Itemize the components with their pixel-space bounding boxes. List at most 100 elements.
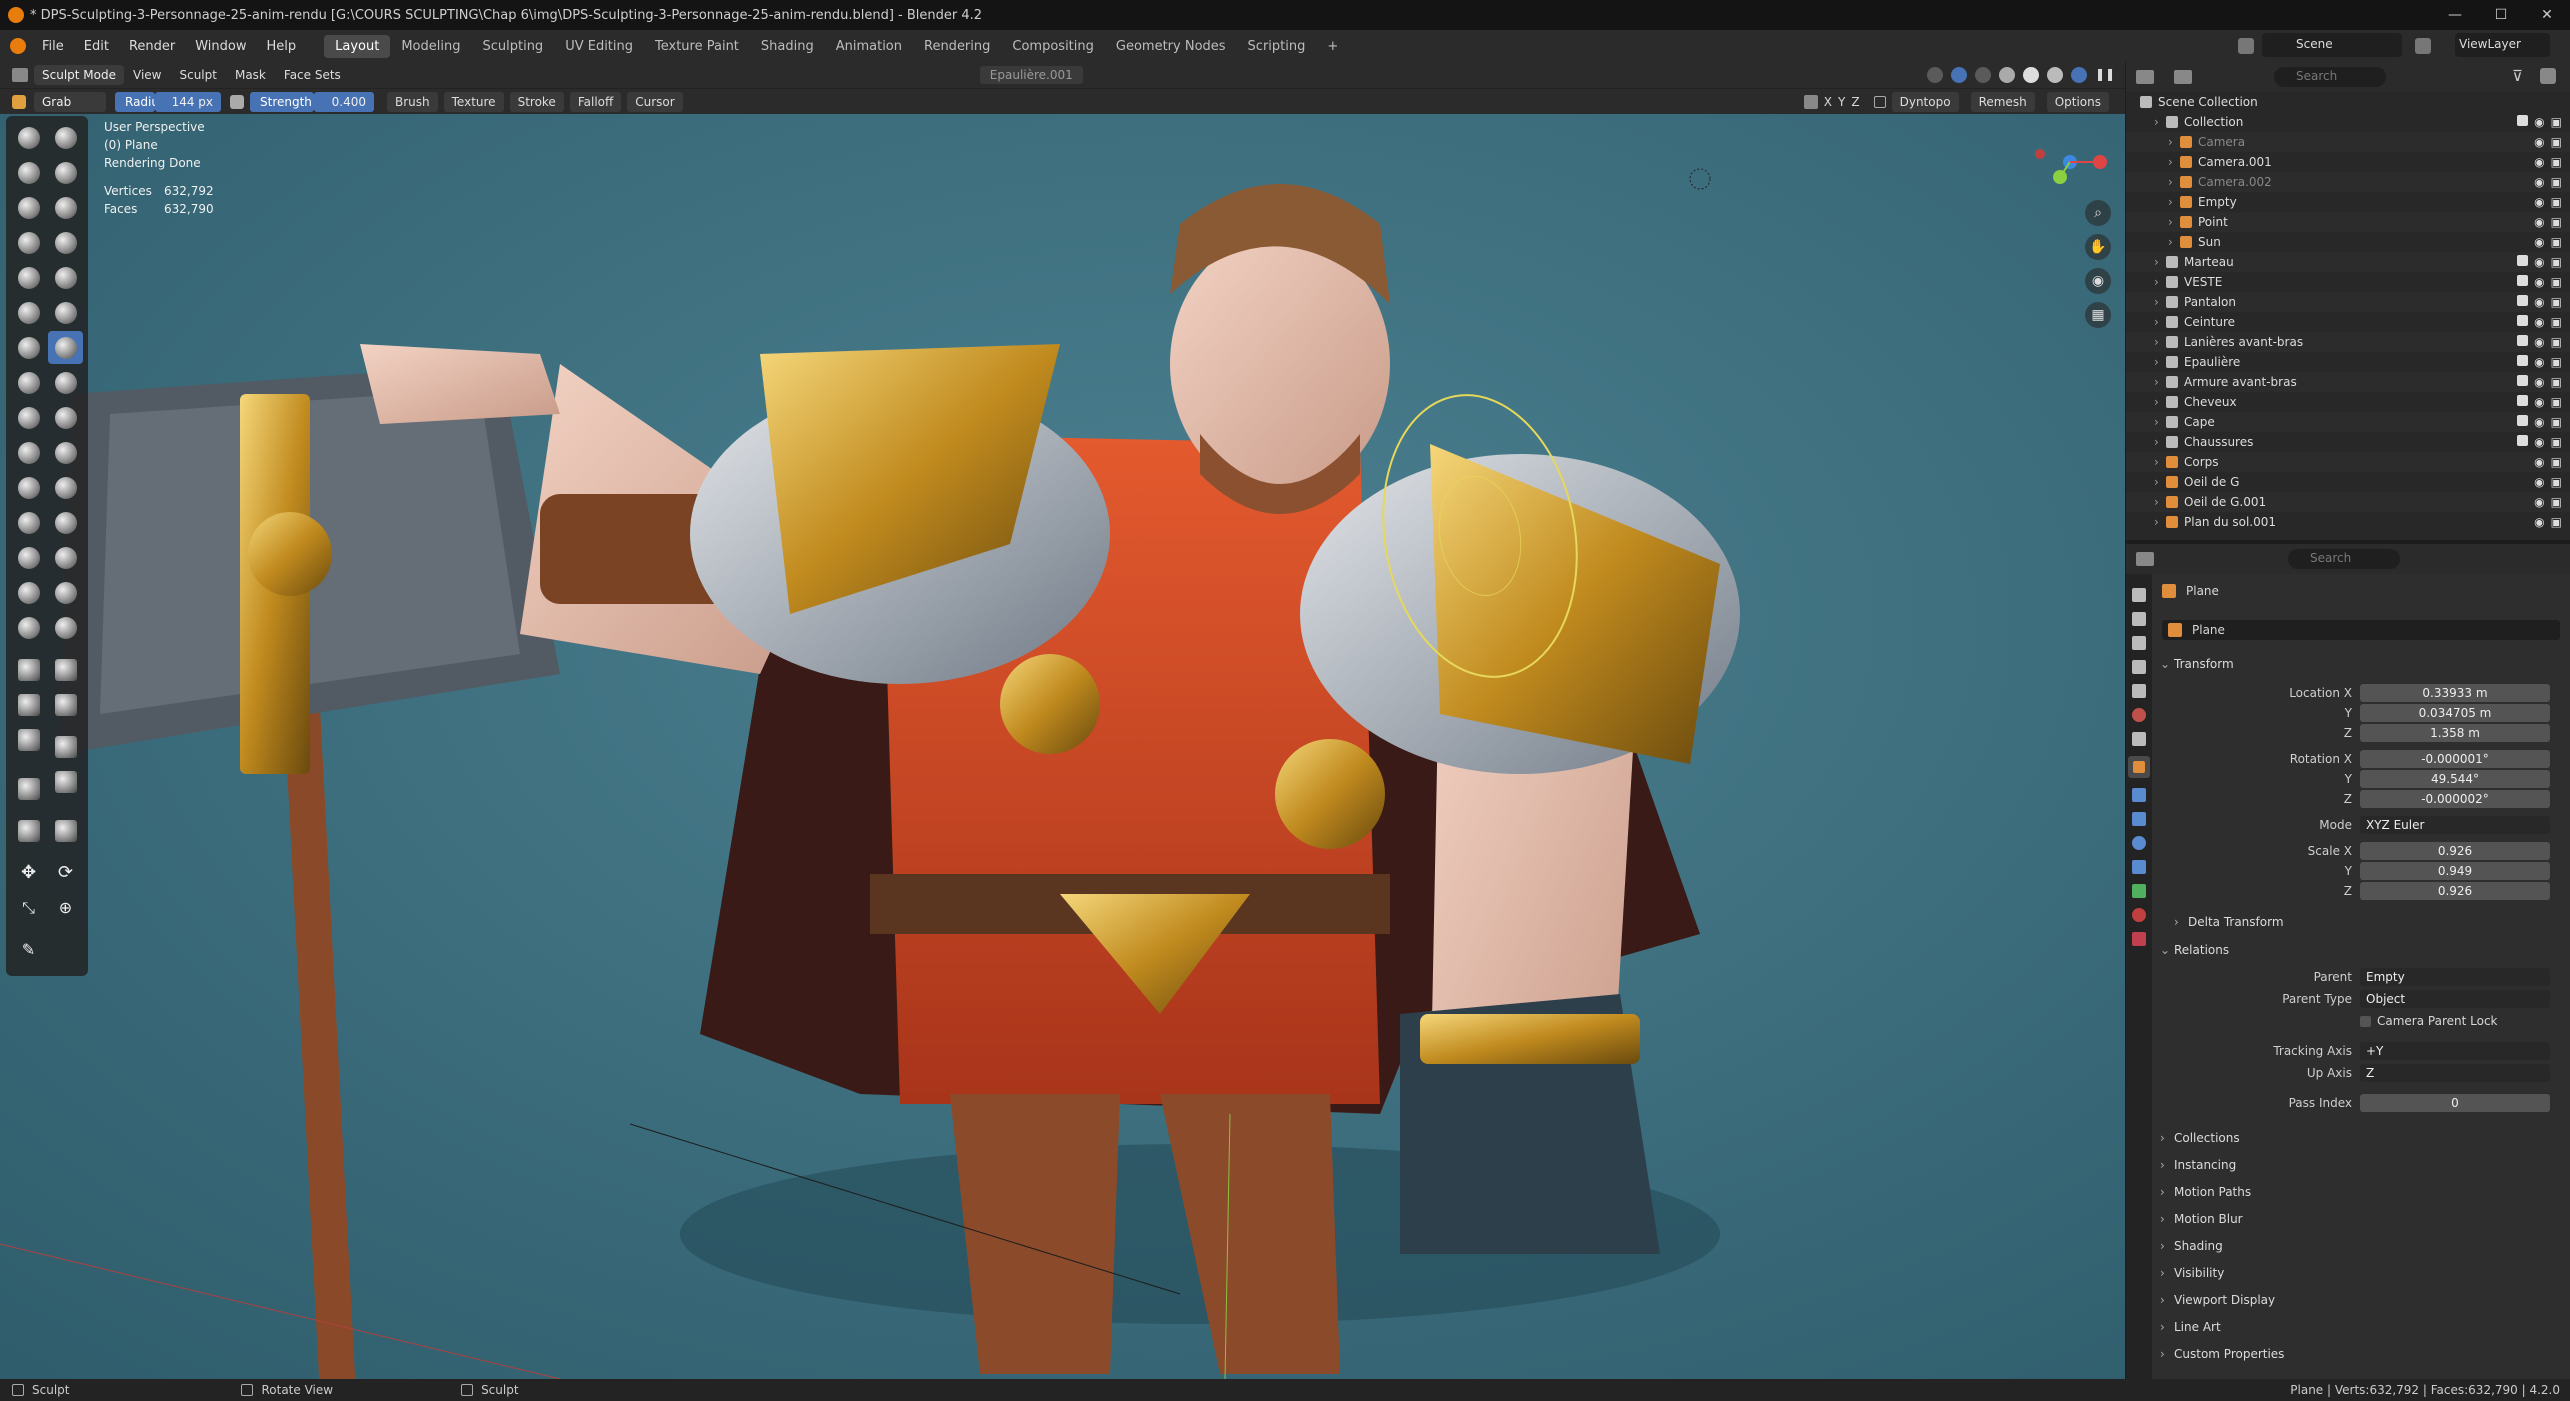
shading-wireframe-icon[interactable] — [1999, 67, 2015, 83]
expand-chevron-icon[interactable]: › — [2154, 275, 2166, 289]
minimize-icon[interactable]: — — [2432, 0, 2478, 30]
pressure-radius-icon[interactable] — [230, 94, 244, 109]
parent-type-select[interactable]: Object — [2360, 990, 2550, 1008]
rotation-y-field[interactable]: 49.544° — [2360, 770, 2550, 788]
render-camera-icon[interactable]: ▣ — [2551, 395, 2562, 409]
data-tab-icon[interactable] — [2132, 884, 2146, 898]
outliner-item[interactable]: › Epaulière ◉ ▣ — [2126, 352, 2570, 372]
visibility-eye-icon[interactable]: ◉ — [2534, 375, 2544, 389]
outliner-item[interactable]: › VESTE ◉ ▣ — [2126, 272, 2570, 292]
collection-tab-icon[interactable] — [2132, 732, 2146, 746]
render-camera-icon[interactable]: ▣ — [2551, 235, 2562, 249]
axis-z-toggle[interactable]: Z — [1851, 95, 1859, 109]
mask-by-color-tool-icon[interactable] — [48, 814, 83, 847]
clay-tool-icon[interactable] — [11, 156, 46, 189]
outliner-item[interactable]: › Collection ◉ ▣ — [2126, 112, 2570, 132]
outliner-item[interactable]: › Ceinture ◉ ▣ — [2126, 312, 2570, 332]
simplify-tool-icon[interactable] — [48, 506, 83, 539]
menu-edit[interactable]: Edit — [74, 39, 119, 54]
scale-y-field[interactable]: 0.949 — [2360, 862, 2550, 880]
scene-field[interactable]: Scene — [2262, 33, 2402, 57]
display-mode-icon[interactable] — [2174, 70, 2192, 84]
view-layer-field[interactable]: ViewLayer — [2455, 33, 2550, 57]
render-camera-icon[interactable]: ▣ — [2551, 375, 2562, 389]
expand-chevron-icon[interactable]: › — [2154, 515, 2166, 529]
elastic-deform-tool-icon[interactable] — [11, 366, 46, 399]
visibility-eye-icon[interactable]: ◉ — [2534, 435, 2544, 449]
draw-sharp-tool-icon[interactable] — [48, 121, 83, 154]
physics-tab-icon[interactable] — [2132, 836, 2146, 850]
pan-hand-icon[interactable]: ✋ — [2085, 234, 2111, 260]
tracking-axis-select[interactable]: +Y — [2360, 1042, 2550, 1060]
outliner-item[interactable]: › Camera.002 ◉ ▣ — [2126, 172, 2570, 192]
expand-chevron-icon[interactable]: › — [2168, 135, 2180, 149]
render-camera-icon[interactable]: ▣ — [2551, 195, 2562, 209]
object-field[interactable]: Epaulière.001 — [979, 66, 1083, 84]
tab-modeling[interactable]: Modeling — [390, 35, 471, 58]
grab-tool-active-icon[interactable] — [48, 331, 83, 364]
expand-chevron-icon[interactable]: › — [2154, 435, 2166, 449]
render-camera-icon[interactable]: ▣ — [2551, 275, 2562, 289]
scrape-tool-icon[interactable] — [11, 331, 46, 364]
pass-index-field[interactable]: 0 — [2360, 1094, 2550, 1112]
add-workspace-button[interactable]: + — [1316, 35, 1349, 58]
brush-menu[interactable]: Brush — [387, 91, 438, 112]
inflate-tool-icon[interactable] — [11, 226, 46, 259]
rotate-transform-tool-icon[interactable]: ⟳ — [48, 856, 83, 889]
visibility-eye-icon[interactable]: ◉ — [2534, 495, 2544, 509]
cursor-menu[interactable]: Cursor — [627, 91, 683, 112]
delta-transform-section[interactable]: › Delta Transform — [2174, 910, 2570, 934]
flatten-tool-icon[interactable] — [11, 296, 46, 329]
scale-z-field[interactable]: 0.926 — [2360, 882, 2550, 900]
outliner-item[interactable]: › Sun ◉ ▣ — [2126, 232, 2570, 252]
render-camera-icon[interactable]: ▣ — [2551, 355, 2562, 369]
parent-field[interactable]: Empty — [2360, 968, 2550, 986]
property-section[interactable]: › Motion Paths — [2160, 1180, 2560, 1204]
rotation-z-field[interactable]: -0.000002° — [2360, 790, 2550, 808]
texture-menu[interactable]: Texture — [443, 91, 504, 112]
tab-rendering[interactable]: Rendering — [913, 35, 1001, 58]
outliner-item[interactable]: › Oeil de G.001 ◉ ▣ — [2126, 492, 2570, 512]
scene-tab-icon[interactable] — [2132, 684, 2146, 698]
shading-rendered-icon[interactable] — [2071, 67, 2087, 83]
property-section[interactable]: › Viewport Display — [2160, 1288, 2560, 1312]
move-tool-icon[interactable]: ✥ — [11, 856, 46, 889]
property-section[interactable]: › Visibility — [2160, 1261, 2560, 1285]
visibility-eye-icon[interactable]: ◉ — [2534, 315, 2544, 329]
annotate-tool-icon[interactable]: ✎ — [11, 933, 46, 966]
menu-mask[interactable]: Mask — [226, 68, 275, 82]
close-icon[interactable]: ✕ — [2524, 0, 2570, 30]
tab-animation[interactable]: Animation — [825, 35, 913, 58]
object-name-field[interactable]: Plane — [2162, 620, 2560, 640]
visibility-eye-icon[interactable]: ◉ — [2534, 335, 2544, 349]
editor-type-icon[interactable] — [12, 68, 28, 82]
zoom-icon[interactable]: ⌕ — [2085, 200, 2111, 226]
options-menu[interactable]: Options — [2046, 91, 2109, 112]
render-tab-icon[interactable] — [2132, 612, 2146, 626]
location-x-field[interactable]: 0.33933 m — [2360, 684, 2550, 702]
render-camera-icon[interactable]: ▣ — [2551, 435, 2562, 449]
new-collection-icon[interactable] — [2540, 68, 2556, 84]
scene-icon[interactable] — [2238, 38, 2254, 54]
exclude-checkbox[interactable] — [2517, 355, 2529, 366]
tab-uv-editing[interactable]: UV Editing — [554, 35, 644, 58]
rotation-x-field[interactable]: -0.000001° — [2360, 750, 2550, 768]
cloth-tool-icon[interactable] — [11, 506, 46, 539]
draw-tool-icon[interactable] — [11, 121, 46, 154]
camera-view-icon[interactable]: ◉ — [2085, 268, 2111, 294]
box-face-set-tool-icon[interactable] — [11, 688, 46, 721]
transform-tool-icon[interactable]: ⊕ — [48, 891, 83, 924]
tab-sculpting[interactable]: Sculpting — [471, 35, 554, 58]
smear-tool-icon[interactable] — [48, 611, 83, 644]
visibility-eye-icon[interactable]: ◉ — [2534, 255, 2544, 269]
outliner-item[interactable]: › Chaussures ◉ ▣ — [2126, 432, 2570, 452]
color-filter-tool-icon[interactable] — [48, 765, 83, 798]
visibility-eye-icon[interactable]: ◉ — [2534, 395, 2544, 409]
render-camera-icon[interactable]: ▣ — [2551, 115, 2562, 129]
shading-solid-icon[interactable] — [2023, 67, 2039, 83]
expand-chevron-icon[interactable]: › — [2168, 215, 2180, 229]
render-camera-icon[interactable]: ▣ — [2551, 215, 2562, 229]
exclude-checkbox[interactable] — [2517, 435, 2529, 446]
render-camera-icon[interactable]: ▣ — [2551, 315, 2562, 329]
expand-chevron-icon[interactable]: › — [2154, 355, 2166, 369]
